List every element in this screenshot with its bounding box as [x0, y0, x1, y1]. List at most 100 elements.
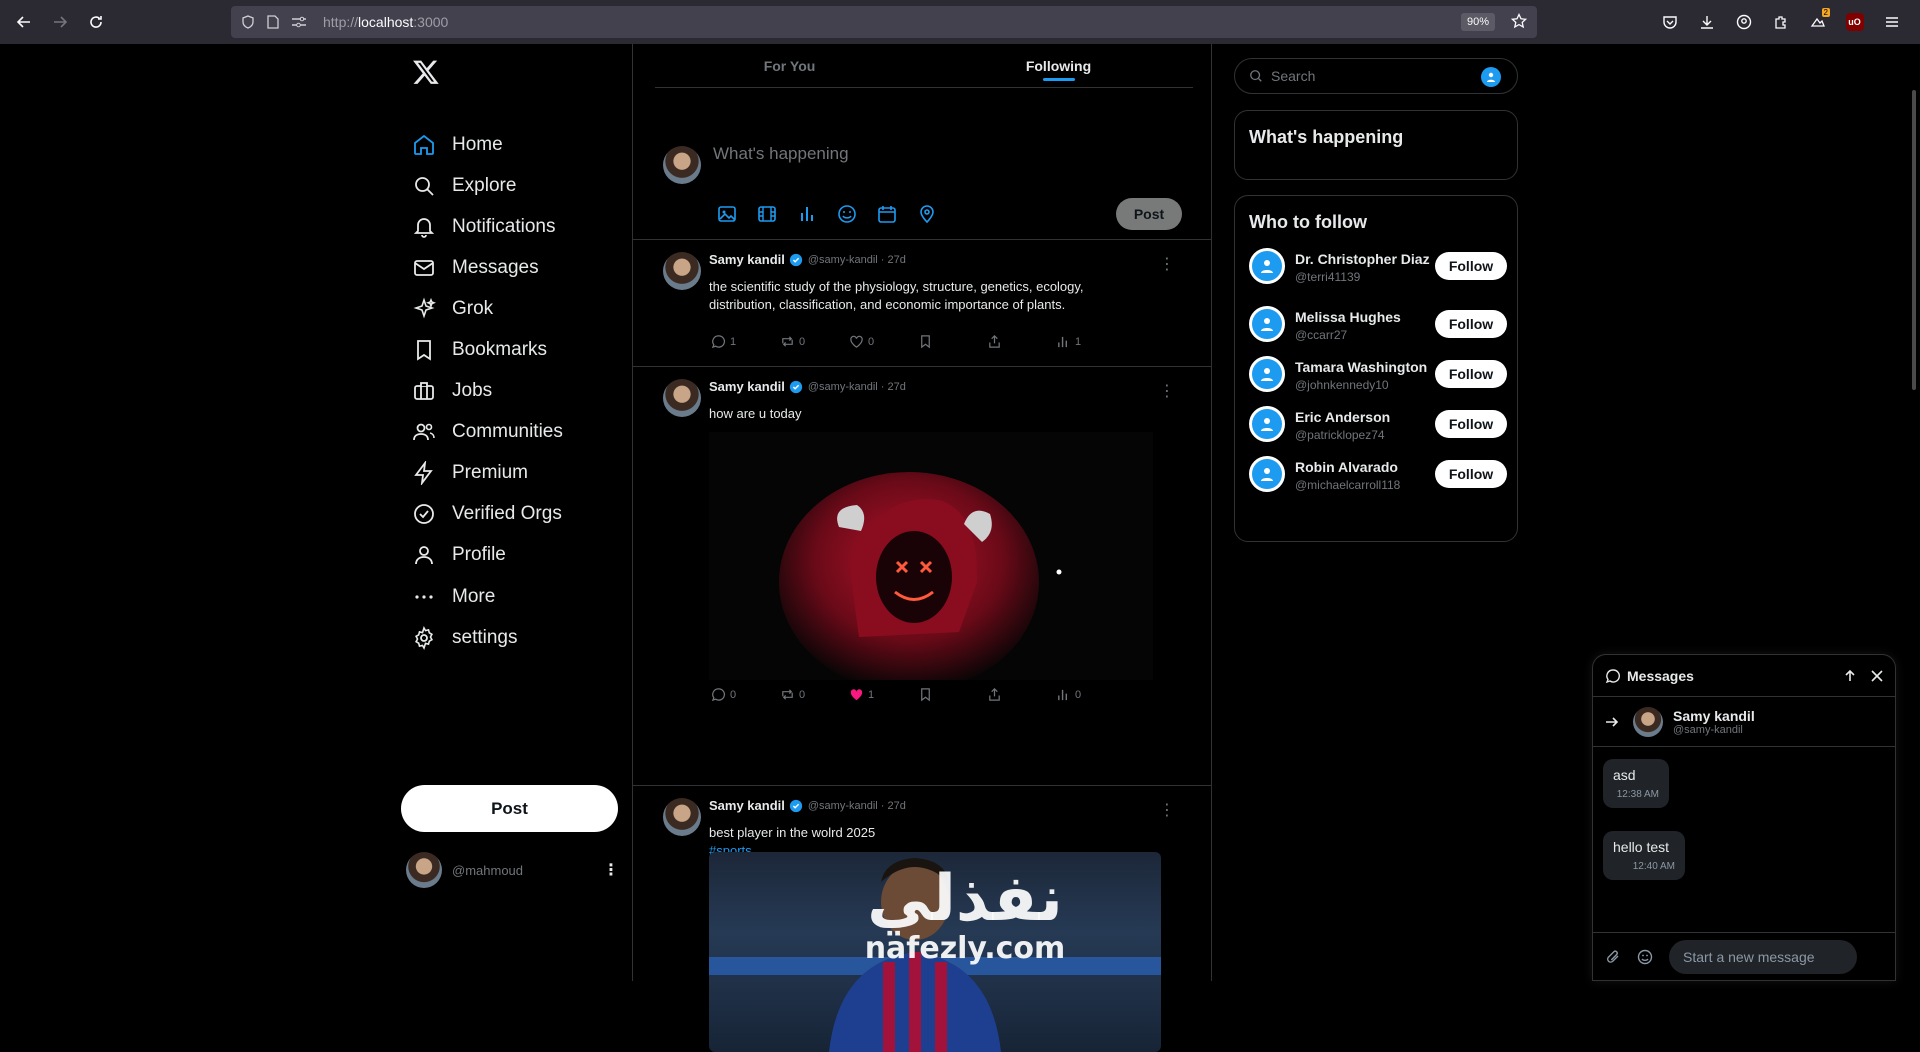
repost-button[interactable]: 0	[780, 687, 849, 702]
emoji-icon[interactable]	[1637, 949, 1653, 965]
emoji-icon[interactable]	[837, 204, 857, 224]
menu-icon[interactable]	[1873, 0, 1910, 44]
nav-item-more[interactable]: More	[412, 576, 563, 617]
extension-badge-icon[interactable]: 2	[1799, 0, 1836, 44]
user-icon[interactable]	[1481, 67, 1501, 87]
nav-item-jobs[interactable]: Jobs	[412, 371, 563, 412]
url-text[interactable]: http://localhost:3000	[323, 14, 448, 30]
nav-item-home[interactable]: Home	[412, 124, 563, 165]
follow-suggestion[interactable]: Robin Alvarado @michaelcarroll118 Follow	[1249, 456, 1507, 492]
like-button[interactable]: 1	[849, 687, 918, 702]
suggestion-name[interactable]: Robin Alvarado	[1295, 456, 1435, 478]
like-button[interactable]: 0	[849, 334, 918, 349]
download-icon[interactable]	[1688, 0, 1725, 44]
views-button[interactable]: 0	[1056, 687, 1125, 702]
compose-post-button[interactable]: Post	[1116, 198, 1182, 230]
suggestion-name[interactable]: Tamara Washington	[1295, 356, 1435, 378]
permissions-icon[interactable]	[291, 15, 307, 29]
avatar[interactable]	[663, 379, 701, 417]
reply-button[interactable]: 1	[711, 334, 780, 349]
who-to-follow-card: Who to follow Dr. Christopher Diaz @terri…	[1234, 195, 1518, 542]
default-avatar-icon[interactable]	[1249, 356, 1285, 392]
tweet[interactable]: Samy kandil @samy-kandil · 27d ⋮ the sci…	[633, 240, 1211, 367]
bookmark-button[interactable]	[918, 334, 987, 349]
share-button[interactable]	[987, 334, 1056, 349]
more-icon[interactable]: ⋮	[1159, 800, 1175, 820]
follow-suggestion[interactable]: Dr. Christopher Diaz @terri41139 Follow	[1249, 248, 1507, 284]
author-name[interactable]: Samy kandil	[709, 798, 785, 813]
follow-suggestion[interactable]: Eric Anderson @patricklopez74 Follow	[1249, 406, 1507, 442]
nav-item-grok[interactable]: Grok	[412, 288, 563, 329]
more-dots-icon[interactable]: ⋮	[603, 860, 620, 880]
back-button[interactable]	[6, 4, 42, 40]
nav-item-communities[interactable]: Communities	[412, 412, 563, 453]
nav-item-verified-orgs[interactable]: Verified Orgs	[412, 494, 563, 535]
tweet[interactable]: Samy kandil @samy-kandil · 27d ⋮ best pl…	[633, 786, 1211, 1052]
reply-button[interactable]: 0	[711, 687, 780, 702]
follow-suggestion[interactable]: Melissa Hughes @ccarr27 Follow	[1249, 306, 1507, 342]
author-name[interactable]: Samy kandil	[709, 379, 785, 394]
nav-item-bookmarks[interactable]: Bookmarks	[412, 329, 563, 370]
page-scrollbar[interactable]	[1912, 90, 1916, 390]
compose-input[interactable]: What's happening	[713, 144, 849, 164]
suggestion-name[interactable]: Dr. Christopher Diaz	[1295, 248, 1435, 270]
default-avatar-icon[interactable]	[1249, 306, 1285, 342]
attach-icon[interactable]	[1605, 949, 1621, 965]
suggestion-handle: @terri41139	[1295, 270, 1361, 284]
suggestion-name[interactable]: Eric Anderson	[1295, 406, 1435, 428]
share-button[interactable]	[987, 687, 1056, 702]
extensions-icon[interactable]	[1762, 0, 1799, 44]
default-avatar-icon[interactable]	[1249, 248, 1285, 284]
follow-button[interactable]: Follow	[1435, 310, 1507, 338]
tweet-image[interactable]	[709, 852, 1161, 1052]
follow-button[interactable]: Follow	[1435, 410, 1507, 438]
poll-icon[interactable]	[797, 204, 817, 224]
account-switcher[interactable]: @mahmoud ⋮	[406, 852, 620, 888]
nav-item-premium[interactable]: Premium	[412, 453, 563, 494]
messages-header[interactable]: Messages	[1593, 655, 1895, 697]
account-icon[interactable]	[1725, 0, 1762, 44]
avatar[interactable]	[663, 252, 701, 290]
tweet[interactable]: Samy kandil @samy-kandil · 27d ⋮ how are…	[633, 367, 1211, 786]
tab-following[interactable]: Following	[924, 44, 1193, 87]
expand-up-icon[interactable]	[1843, 669, 1857, 683]
bookmark-button[interactable]	[918, 687, 987, 702]
default-avatar-icon[interactable]	[1249, 456, 1285, 492]
x-logo-icon[interactable]	[412, 58, 440, 86]
location-icon[interactable]	[917, 204, 937, 224]
reload-button[interactable]	[78, 4, 114, 40]
follow-button[interactable]: Follow	[1435, 360, 1507, 388]
url-bar[interactable]: http://localhost:3000 90%	[231, 6, 1537, 38]
forward-button[interactable]	[42, 4, 78, 40]
zoom-level-badge[interactable]: 90%	[1460, 13, 1495, 31]
close-icon[interactable]	[1871, 669, 1883, 682]
avatar[interactable]	[663, 798, 701, 836]
follow-button[interactable]: Follow	[1435, 252, 1507, 280]
nav-item-notifications[interactable]: Notifications	[412, 206, 563, 247]
ublock-icon[interactable]: uO	[1836, 0, 1873, 44]
nav-item-profile[interactable]: Profile	[412, 535, 563, 576]
suggestion-name[interactable]: Melissa Hughes	[1295, 306, 1435, 328]
nav-item-messages[interactable]: Messages	[412, 247, 563, 288]
nav-item-explore[interactable]: Explore	[412, 165, 563, 206]
bookmark-star-icon[interactable]	[1511, 13, 1527, 29]
default-avatar-icon[interactable]	[1249, 406, 1285, 442]
tweet-image[interactable]	[709, 432, 1153, 680]
post-button[interactable]: Post	[401, 785, 618, 832]
nav-item-settings[interactable]: settings	[412, 617, 563, 658]
image-icon[interactable]	[717, 204, 737, 224]
conversation-header[interactable]: Samy kandil @samy-kandil	[1593, 697, 1895, 747]
repost-button[interactable]: 0	[780, 334, 849, 349]
tab-for-you[interactable]: For You	[655, 44, 924, 87]
more-icon[interactable]: ⋮	[1159, 381, 1175, 401]
author-name[interactable]: Samy kandil	[709, 252, 785, 267]
views-button[interactable]: 1	[1056, 334, 1125, 349]
pocket-icon[interactable]	[1651, 0, 1688, 44]
search-input[interactable]: Search	[1234, 58, 1518, 94]
schedule-icon[interactable]	[877, 204, 897, 224]
follow-suggestion[interactable]: Tamara Washington @johnkennedy10 Follow	[1249, 356, 1507, 392]
more-icon[interactable]: ⋮	[1159, 254, 1175, 274]
message-input[interactable]: Start a new message	[1669, 939, 1857, 974]
gif-icon[interactable]	[757, 204, 777, 224]
follow-button[interactable]: Follow	[1435, 460, 1507, 488]
